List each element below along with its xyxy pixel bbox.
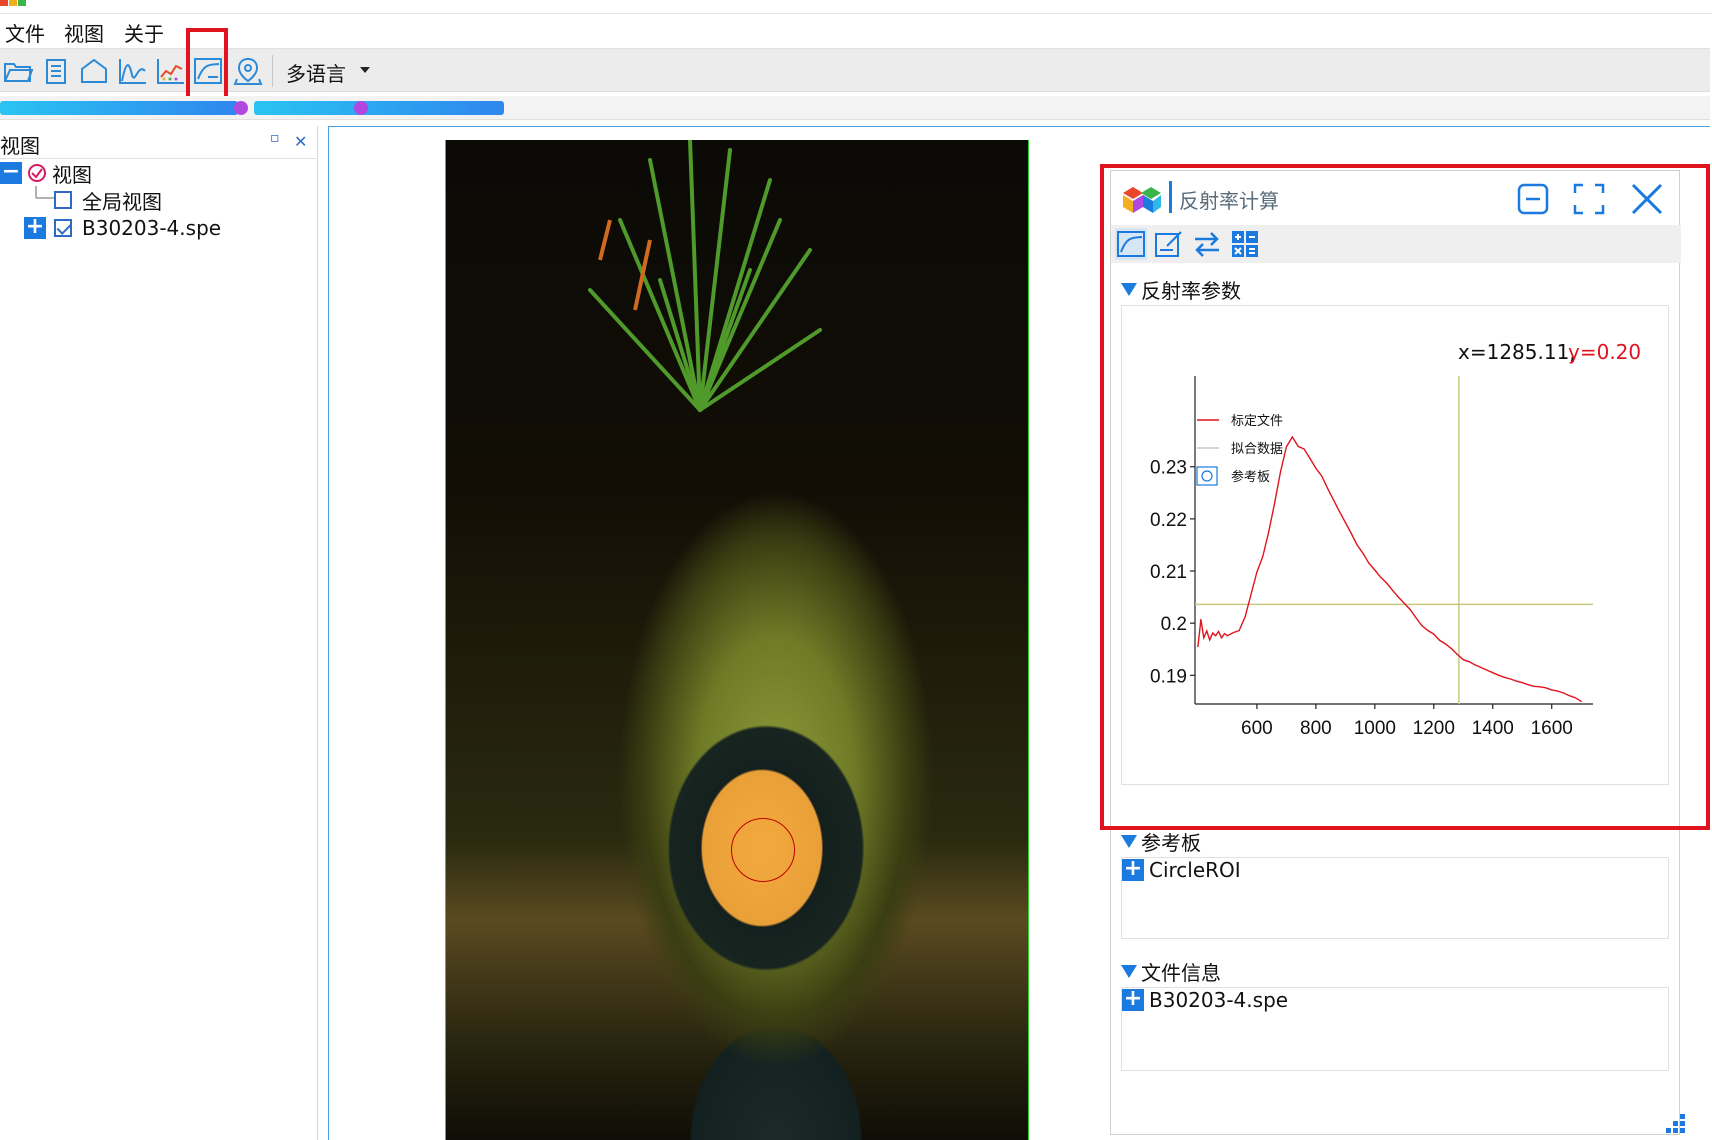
chevron-down-icon[interactable]: [360, 67, 370, 73]
fileinfo-panel: + B30203-4.spe: [1121, 987, 1669, 1071]
collapse-icon[interactable]: −: [0, 161, 22, 184]
tree-item-label: 全局视图: [82, 189, 162, 214]
reference-panel: + CircleROI: [1121, 857, 1669, 939]
progress-bar-1: [0, 101, 238, 115]
toolbar: 多语言: [0, 48, 1710, 92]
section-header-reference[interactable]: 参考板: [1121, 827, 1201, 856]
list-item[interactable]: + B30203-4.spe: [1122, 988, 1288, 1012]
document-icon[interactable]: [40, 55, 72, 87]
progress-bar-2: [254, 101, 504, 115]
menu-view[interactable]: 视图: [64, 18, 104, 47]
section-title: 参考板: [1141, 831, 1201, 855]
progress-knob-1[interactable]: [234, 101, 248, 115]
expand-triangle-icon[interactable]: [1121, 835, 1137, 848]
expand-icon[interactable]: +: [24, 216, 46, 239]
check-circle-icon: [28, 164, 46, 182]
menu-bar: 文件 视图 关于: [0, 14, 1712, 48]
list-item[interactable]: + CircleROI: [1122, 858, 1241, 882]
tree-root-label: 视图: [52, 162, 92, 187]
expand-icon[interactable]: +: [1122, 858, 1144, 881]
expand-triangle-icon[interactable]: [1121, 965, 1137, 978]
section-title: 文件信息: [1141, 961, 1221, 985]
reference-item-label: CircleROI: [1149, 858, 1241, 882]
app-logo-icon: [0, 0, 26, 6]
highlight-box-dialog: [1100, 164, 1710, 830]
progress-knob-2[interactable]: [354, 101, 368, 115]
progress-row: [0, 96, 1710, 120]
menu-about[interactable]: 关于: [124, 18, 164, 47]
view-dock-panel: 视图 ▫ ✕ − 视图 全局视图 + B30203-4.spe: [0, 126, 318, 1140]
tree-item-file[interactable]: + B30203-4.spe: [24, 215, 221, 241]
highlight-box-toolbar: [186, 28, 228, 100]
circle-roi[interactable]: [731, 818, 795, 882]
window-top-strip: [0, 0, 1712, 14]
tree-root[interactable]: − 视图: [0, 160, 92, 187]
dock-divider: [0, 158, 318, 159]
close-icon[interactable]: ✕: [294, 132, 307, 151]
tree-item-label: B30203-4.spe: [82, 216, 222, 240]
open-folder-icon[interactable]: [2, 55, 34, 87]
resize-grip-icon[interactable]: [1660, 1110, 1688, 1138]
spectrum-curve-icon[interactable]: [116, 55, 148, 87]
heatmap-chart-icon[interactable]: [154, 55, 186, 87]
toolbar-separator: [272, 55, 273, 87]
file-item-label: B30203-4.spe: [1149, 988, 1289, 1012]
checkbox[interactable]: [54, 219, 72, 237]
expand-icon[interactable]: +: [1122, 988, 1144, 1011]
section-header-fileinfo[interactable]: 文件信息: [1121, 957, 1221, 986]
language-dropdown[interactable]: 多语言: [286, 58, 346, 87]
dock-title: 视图: [0, 134, 40, 158]
tree-item-global-view[interactable]: 全局视图: [54, 187, 162, 214]
checkbox[interactable]: [54, 191, 72, 209]
map-pin-icon[interactable]: [232, 55, 264, 87]
float-icon[interactable]: ▫: [270, 130, 280, 146]
plant-leaves-image: [588, 140, 822, 412]
menu-file[interactable]: 文件: [5, 18, 45, 47]
home-outline-icon[interactable]: [78, 55, 110, 87]
